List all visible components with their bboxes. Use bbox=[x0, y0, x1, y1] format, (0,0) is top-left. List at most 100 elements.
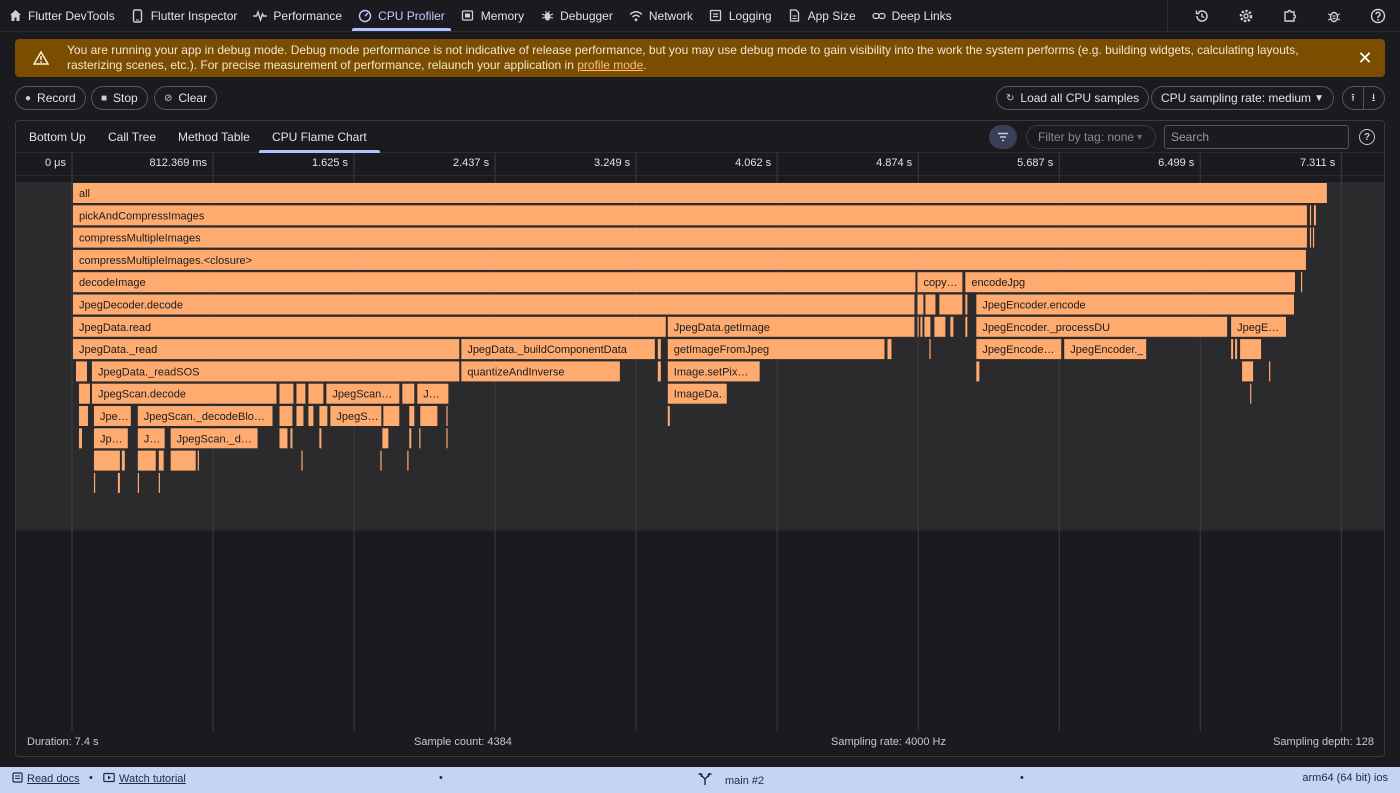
flame-frame[interactable]: JpegData._buildComponentData bbox=[461, 339, 655, 360]
flame-frame-bar[interactable] bbox=[78, 406, 88, 426]
flame-frame[interactable]: JpegData._readSOS bbox=[91, 361, 460, 382]
flame-frame-bar[interactable] bbox=[73, 205, 1307, 226]
flame-frame-bar[interactable] bbox=[1309, 205, 1312, 226]
flame-frame-bar[interactable] bbox=[117, 472, 120, 493]
flame-frame-bar[interactable] bbox=[158, 472, 160, 493]
flame-frame-bar[interactable] bbox=[1250, 383, 1252, 404]
flame-frame-bar[interactable] bbox=[78, 428, 82, 449]
flame-frame-bar[interactable] bbox=[409, 406, 415, 426]
flame-frame[interactable] bbox=[667, 406, 670, 426]
flame-frame-bar[interactable] bbox=[93, 472, 96, 493]
flame-frame[interactable]: J… bbox=[417, 383, 449, 404]
flame-frame[interactable] bbox=[1242, 361, 1254, 382]
flame-frame[interactable] bbox=[1231, 339, 1234, 360]
flame-frame-bar[interactable] bbox=[446, 406, 448, 426]
flame-frame[interactable] bbox=[301, 450, 303, 471]
flame-frame-bar[interactable] bbox=[308, 383, 324, 404]
upload-icon[interactable]: ⭱ bbox=[1342, 86, 1364, 110]
tab-cpu-profiler[interactable]: CPU Profiler bbox=[350, 0, 453, 32]
tab-deep-links[interactable]: Deep Links bbox=[864, 0, 960, 32]
bug-report-icon[interactable] bbox=[1312, 0, 1356, 32]
tab-network[interactable]: Network bbox=[621, 0, 701, 32]
flame-frame[interactable] bbox=[308, 406, 314, 426]
flame-frame[interactable] bbox=[78, 383, 90, 404]
flame-frame[interactable] bbox=[1269, 361, 1271, 382]
flame-frame[interactable] bbox=[296, 406, 304, 426]
flame-frame[interactable] bbox=[917, 316, 919, 337]
flame-frame-bar[interactable] bbox=[73, 249, 1306, 270]
flame-frame-bar[interactable] bbox=[409, 428, 412, 449]
flame-frame[interactable] bbox=[117, 472, 120, 493]
flame-frame-bar[interactable] bbox=[296, 383, 306, 404]
flame-frame[interactable] bbox=[939, 294, 963, 315]
flame-frame[interactable] bbox=[137, 472, 140, 493]
flame-frame-bar[interactable] bbox=[407, 450, 409, 471]
flame-frame[interactable] bbox=[78, 406, 88, 426]
flame-frame-bar[interactable] bbox=[1313, 205, 1316, 226]
flame-frame-bar[interactable] bbox=[73, 183, 1327, 203]
tab-performance[interactable]: Performance bbox=[245, 0, 350, 32]
flame-frame-bar[interactable] bbox=[950, 316, 954, 337]
flame-frame-bar[interactable] bbox=[1235, 339, 1238, 360]
flame-frame-bar[interactable] bbox=[158, 450, 164, 471]
flame-frame[interactable] bbox=[925, 294, 936, 315]
flame-frame[interactable] bbox=[446, 406, 448, 426]
flame-frame-bar[interactable] bbox=[93, 450, 120, 471]
flame-frame[interactable] bbox=[950, 316, 954, 337]
flame-frame-bar[interactable] bbox=[1300, 272, 1303, 293]
flame-frame-bar[interactable] bbox=[73, 294, 915, 315]
flame-frame[interactable]: J… bbox=[137, 428, 165, 449]
flame-frame[interactable]: JpegEncode… bbox=[976, 339, 1062, 360]
gear-icon[interactable] bbox=[1224, 0, 1268, 32]
flame-frame[interactable] bbox=[319, 406, 328, 426]
flame-frame-bar[interactable] bbox=[73, 272, 916, 293]
record-button[interactable]: ● Record bbox=[15, 86, 86, 110]
flame-frame-bar[interactable] bbox=[279, 406, 293, 426]
flame-frame-bar[interactable] bbox=[976, 361, 980, 382]
flame-frame[interactable] bbox=[78, 428, 82, 449]
flame-frame[interactable] bbox=[409, 428, 412, 449]
flame-frame[interactable] bbox=[1235, 339, 1238, 360]
read-docs-link[interactable]: Read docs bbox=[12, 772, 80, 786]
flame-frame[interactable]: Jpe… bbox=[93, 406, 131, 426]
flame-frame-bar[interactable] bbox=[78, 383, 90, 404]
flame-frame[interactable]: compressMultipleImages.<closure> bbox=[73, 249, 1306, 270]
tab-method-table[interactable]: Method Table bbox=[165, 121, 263, 153]
flame-frame[interactable] bbox=[319, 428, 322, 449]
flame-frame[interactable] bbox=[1250, 383, 1252, 404]
flame-frame-bar[interactable] bbox=[920, 316, 923, 337]
tab-flutter-devtools[interactable]: Flutter DevTools bbox=[0, 0, 123, 32]
flame-frame-bar[interactable] bbox=[170, 450, 196, 471]
flame-frame-bar[interactable] bbox=[1231, 339, 1234, 360]
flame-frame[interactable] bbox=[420, 406, 438, 426]
flame-frame-bar[interactable] bbox=[121, 450, 125, 471]
flame-frame-bar[interactable] bbox=[887, 339, 892, 360]
flame-frame-bar[interactable] bbox=[667, 406, 670, 426]
flame-frame-bar[interactable] bbox=[657, 339, 661, 360]
flame-frame-bar[interactable] bbox=[73, 227, 1307, 248]
read-docs-label[interactable]: Read docs bbox=[27, 773, 80, 785]
flame-frame[interactable] bbox=[1313, 205, 1316, 226]
tab-logging[interactable]: Logging bbox=[701, 0, 780, 32]
flame-frame-bar[interactable] bbox=[308, 406, 314, 426]
flame-frame-bar[interactable] bbox=[924, 316, 931, 337]
flame-frame-bar[interactable] bbox=[1242, 361, 1254, 382]
flame-frame-bar[interactable] bbox=[301, 450, 303, 471]
flame-frame[interactable] bbox=[924, 316, 931, 337]
flame-frame[interactable]: JpegS… bbox=[330, 406, 382, 426]
tag-filter-dropdown[interactable]: Filter by tag: none ▼ bbox=[1026, 125, 1156, 149]
tab-bottom-up[interactable]: Bottom Up bbox=[16, 121, 99, 153]
flame-frame[interactable] bbox=[158, 450, 164, 471]
tab-call-tree[interactable]: Call Tree bbox=[95, 121, 169, 153]
flame-frame[interactable]: all bbox=[73, 183, 1327, 203]
flame-frame[interactable] bbox=[402, 383, 415, 404]
flame-frame[interactable] bbox=[1312, 227, 1315, 248]
flame-frame[interactable] bbox=[1300, 272, 1303, 293]
help-icon[interactable] bbox=[1356, 0, 1400, 32]
extension-icon[interactable] bbox=[1268, 0, 1312, 32]
flame-frame[interactable] bbox=[934, 316, 946, 337]
tab-memory[interactable]: Memory bbox=[453, 0, 532, 32]
flame-frame[interactable]: quantizeAndInverse bbox=[461, 361, 620, 382]
tab-flutter-inspector[interactable]: Flutter Inspector bbox=[123, 0, 246, 32]
flame-frame[interactable]: JpegDecoder.decode bbox=[73, 294, 915, 315]
